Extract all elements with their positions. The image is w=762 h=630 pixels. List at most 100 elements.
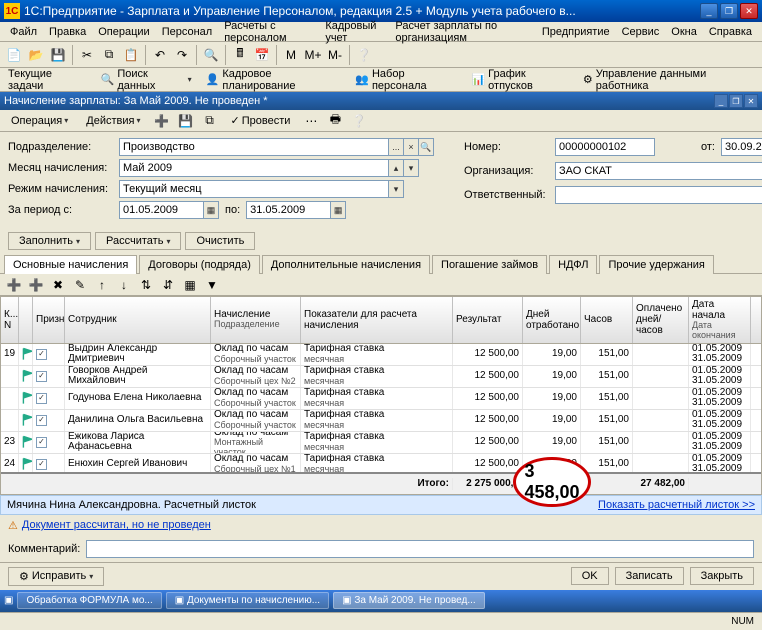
table-row[interactable]: 24✓Енюхин Сергей ИвановичОклад по часамС… <box>1 454 761 472</box>
doc-copy-icon[interactable]: ⧉ <box>200 111 220 131</box>
menu-hr[interactable]: Кадровый учет <box>319 18 389 46</box>
period-from-input[interactable] <box>119 201 204 219</box>
tab-contracts[interactable]: Договоры (подряда) <box>139 255 260 274</box>
mode-dropdown-button[interactable]: ▾ <box>388 180 404 198</box>
date-input[interactable] <box>721 138 762 156</box>
month-input[interactable] <box>119 159 389 177</box>
save-button[interactable]: Записать <box>615 567 684 585</box>
fix-button[interactable]: ⚙Исправить▾ <box>8 567 104 586</box>
col-accrual[interactable]: НачислениеПодразделение <box>211 297 301 343</box>
grid-up-icon[interactable]: ↑ <box>92 275 112 295</box>
grid-edit-icon[interactable]: ✎ <box>70 275 90 295</box>
tab-additional[interactable]: Дополнительные начисления <box>262 255 430 274</box>
month-down-button[interactable]: ▾ <box>403 159 419 177</box>
month-up-button[interactable]: ▴ <box>388 159 404 177</box>
employee-data-button[interactable]: ⚙Управление данными работника <box>579 66 758 94</box>
grid-body[interactable]: 19✓Выдрин Александр ДмитриевичОклад по ч… <box>1 344 761 472</box>
period-to-cal-button[interactable]: ▦ <box>330 201 346 219</box>
doc-maximize-button[interactable]: ❐ <box>729 94 743 108</box>
tab-main-accruals[interactable]: Основные начисления <box>4 255 137 274</box>
menu-payroll[interactable]: Расчеты с персоналом <box>218 18 319 46</box>
dept-clear-button[interactable]: × <box>403 138 419 156</box>
post-button[interactable]: ✓Провести <box>224 111 298 130</box>
period-to-input[interactable] <box>246 201 331 219</box>
payslip-link[interactable]: Показать расчетный листок >> <box>598 499 755 511</box>
doc-minimize-button[interactable]: _ <box>714 94 728 108</box>
find-icon[interactable]: 🔍 <box>201 45 221 65</box>
col-dates[interactable]: Дата началаДата окончания <box>689 297 751 343</box>
table-row[interactable]: ✓Годунова Елена НиколаевнаОклад по часам… <box>1 388 761 410</box>
table-row[interactable]: 19✓Выдрин Александр ДмитриевичОклад по ч… <box>1 344 761 366</box>
current-tasks-button[interactable]: Текущие задачи <box>4 66 91 94</box>
doc-add-icon[interactable]: ➕ <box>152 111 172 131</box>
close-button[interactable]: ✕ <box>740 3 758 19</box>
calendar-icon[interactable]: 📅 <box>252 45 272 65</box>
col-num[interactable]: К... N <box>1 297 19 343</box>
maximize-button[interactable]: ❐ <box>720 3 738 19</box>
dept-select-button[interactable]: ... <box>388 138 404 156</box>
col-flag[interactable] <box>19 297 33 343</box>
menu-service[interactable]: Сервис <box>616 24 666 40</box>
task-item-1[interactable]: Обработка ФОРМУЛА мо... <box>17 592 161 609</box>
mode-input[interactable] <box>119 180 389 198</box>
cut-icon[interactable]: ✂ <box>77 45 97 65</box>
m-minus-button[interactable]: M- <box>325 45 345 65</box>
dept-input[interactable] <box>119 138 389 156</box>
tab-other-deductions[interactable]: Прочие удержания <box>599 255 713 274</box>
m-plus-button[interactable]: M+ <box>303 45 323 65</box>
operation-dropdown[interactable]: Операция▾ <box>4 112 75 130</box>
grid-sort-icon[interactable]: ⇅ <box>136 275 156 295</box>
recruitment-button[interactable]: 👥Набор персонала <box>351 66 461 94</box>
redo-icon[interactable]: ↷ <box>172 45 192 65</box>
col-result[interactable]: Результат <box>453 297 523 343</box>
menu-windows[interactable]: Окна <box>665 24 703 40</box>
close-doc-button[interactable]: Закрыть <box>690 567 754 585</box>
search-data-button[interactable]: 🔍Поиск данных▾ <box>97 66 196 94</box>
number-input[interactable] <box>555 138 655 156</box>
col-indicators[interactable]: Показатели для расчета начисления <box>301 297 453 343</box>
dept-search-button[interactable]: 🔍 <box>418 138 434 156</box>
doc-help-icon[interactable]: ❔ <box>349 111 369 131</box>
comment-input[interactable] <box>86 540 754 558</box>
doc-save-icon[interactable]: 💾 <box>176 111 196 131</box>
hr-planning-button[interactable]: 👤Кадровое планирование <box>202 66 346 94</box>
tab-loans[interactable]: Погашение займов <box>432 255 547 274</box>
col-days[interactable]: Дней отработано <box>523 297 581 343</box>
menu-file[interactable]: Файл <box>4 24 43 40</box>
menu-salary-org[interactable]: Расчет зарплаты по организациям <box>389 18 535 46</box>
open-icon[interactable]: 📂 <box>26 45 46 65</box>
minimize-button[interactable]: _ <box>700 3 718 19</box>
col-hours[interactable]: Часов <box>581 297 633 343</box>
task-item-3[interactable]: ▣ За Май 2009. Не провед... <box>333 592 485 609</box>
grid-fill-icon[interactable]: ▦ <box>180 275 200 295</box>
menu-help[interactable]: Справка <box>703 24 758 40</box>
table-row[interactable]: ✓Данилина Ольга ВасильевнаОклад по часам… <box>1 410 761 432</box>
tab-ndfl[interactable]: НДФЛ <box>549 255 597 274</box>
paste-icon[interactable]: 📋 <box>121 45 141 65</box>
grid-down-icon[interactable]: ↓ <box>114 275 134 295</box>
table-row[interactable]: 23✓Ежикова Лариса АфанасьевнаОклад по ча… <box>1 432 761 454</box>
col-check[interactable]: Призн... <box>33 297 65 343</box>
doc-more-icon[interactable]: ⋯ <box>301 111 321 131</box>
grid-add2-icon[interactable]: ➕ <box>26 275 46 295</box>
task-item-2[interactable]: ▣ Документы по начислению... <box>166 592 329 609</box>
period-from-cal-button[interactable]: ▦ <box>203 201 219 219</box>
menu-edit[interactable]: Правка <box>43 24 92 40</box>
copy-icon[interactable]: ⧉ <box>99 45 119 65</box>
new-icon[interactable]: 📄 <box>4 45 24 65</box>
doc-print-icon[interactable]: 🖶 <box>325 111 345 131</box>
undo-icon[interactable]: ↶ <box>150 45 170 65</box>
menu-personnel[interactable]: Персонал <box>156 24 219 40</box>
menu-enterprise[interactable]: Предприятие <box>536 24 616 40</box>
grid-sort2-icon[interactable]: ⇵ <box>158 275 178 295</box>
table-row[interactable]: ✓Говорков Андрей МихайловичОклад по часа… <box>1 366 761 388</box>
doc-close-button[interactable]: ✕ <box>744 94 758 108</box>
grid-add-icon[interactable]: ➕ <box>4 275 24 295</box>
menu-ops[interactable]: Операции <box>92 24 155 40</box>
calc-icon[interactable]: 🖩 <box>230 45 250 65</box>
calc-button[interactable]: Рассчитать▾ <box>95 232 181 250</box>
org-input[interactable] <box>555 162 762 180</box>
resp-input[interactable] <box>555 186 762 204</box>
actions-dropdown[interactable]: Действия▾ <box>79 112 147 130</box>
grid-del-icon[interactable]: ✖ <box>48 275 68 295</box>
